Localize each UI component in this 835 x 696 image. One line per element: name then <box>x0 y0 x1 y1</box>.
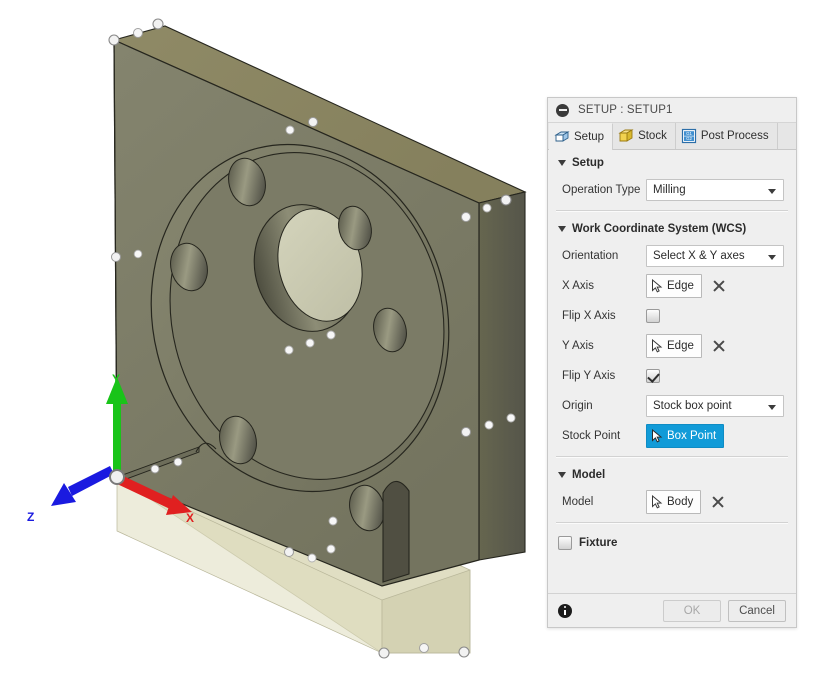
row-orientation: Orientation Select X & Y axes <box>548 241 796 271</box>
chevron-down-icon <box>768 189 776 194</box>
y-axis-select-button[interactable]: Edge <box>646 334 702 358</box>
operation-type-label: Operation Type <box>562 184 646 196</box>
section-model-title: Model <box>572 469 605 481</box>
operation-type-value: Milling <box>653 184 686 196</box>
flip-y-axis-label: Flip Y Axis <box>562 370 646 382</box>
section-wcs-header[interactable]: Work Coordinate System (WCS) <box>548 216 796 241</box>
row-operation-type: Operation Type Milling <box>548 175 796 205</box>
clear-y-axis-icon[interactable] <box>712 339 726 353</box>
fixture-checkbox[interactable] <box>558 536 572 550</box>
wcs-origin-point[interactable] <box>110 470 124 484</box>
y-axis-button-label: Edge <box>667 340 694 352</box>
stock-point-label: Stock Point <box>562 430 646 442</box>
clear-model-icon[interactable] <box>711 495 725 509</box>
orientation-label: Orientation <box>562 250 646 262</box>
row-x-axis: X Axis Edge <box>548 271 796 301</box>
flip-x-axis-checkbox[interactable] <box>646 309 660 323</box>
row-y-axis: Y Axis Edge <box>548 331 796 361</box>
y-axis-label: Y <box>112 372 120 386</box>
y-axis-label: Y Axis <box>562 340 646 352</box>
fixture-label: Fixture <box>579 537 617 549</box>
row-origin: Origin Stock box point <box>548 391 796 421</box>
x-axis-select-button[interactable]: Edge <box>646 274 702 298</box>
cursor-arrow-icon <box>651 279 664 293</box>
flip-x-axis-label: Flip X Axis <box>562 310 646 322</box>
chevron-down-icon <box>768 405 776 410</box>
x-axis-label: X <box>186 511 194 525</box>
cursor-arrow-icon <box>651 339 664 353</box>
dialog-title: SETUP : SETUP1 <box>578 104 673 116</box>
model-canvas[interactable]: Y X Z <box>0 0 547 696</box>
info-icon[interactable] <box>558 604 572 618</box>
collapse-circle-icon[interactable] <box>556 104 569 117</box>
operation-type-select[interactable]: Milling <box>646 179 784 201</box>
origin-label: Origin <box>562 400 646 412</box>
tab-post-process[interactable]: G1 G2 Post Process <box>676 123 778 149</box>
section-model-header[interactable]: Model <box>548 462 796 487</box>
divider <box>556 456 788 458</box>
divider <box>556 210 788 212</box>
cursor-arrow-icon <box>651 429 664 443</box>
cancel-button[interactable]: Cancel <box>728 600 786 622</box>
z-axis-label: Z <box>27 510 34 524</box>
ok-button[interactable]: OK <box>663 600 721 622</box>
clear-x-axis-icon[interactable] <box>712 279 726 293</box>
stock-point-button-label: Box Point <box>667 430 716 442</box>
chevron-down-icon <box>768 255 776 260</box>
setup-dialog[interactable]: SETUP : SETUP1 Setup Stock G1 <box>547 97 797 628</box>
chevron-down-icon <box>558 472 566 478</box>
origin-value: Stock box point <box>653 400 732 412</box>
tab-setup[interactable]: Setup <box>549 123 613 150</box>
model-button-label: Body <box>667 496 693 508</box>
flip-y-axis-checkbox[interactable] <box>646 369 660 383</box>
svg-text:G2: G2 <box>686 136 692 141</box>
z-axis-arrow <box>51 466 114 506</box>
row-flip-x: Flip X Axis <box>548 301 796 331</box>
x-axis-button-label: Edge <box>667 280 694 292</box>
model-label: Model <box>562 496 646 508</box>
cursor-arrow-icon <box>651 495 664 509</box>
section-wcs-title: Work Coordinate System (WCS) <box>572 223 746 235</box>
section-setup-title: Setup <box>572 157 604 169</box>
tab-post-process-label: Post Process <box>701 130 769 142</box>
x-axis-label: X Axis <box>562 280 646 292</box>
setup-cube-icon <box>554 129 570 145</box>
tab-stock-label: Stock <box>638 130 667 142</box>
chevron-down-icon <box>558 226 566 232</box>
tab-stock[interactable]: Stock <box>613 123 676 149</box>
row-stock-point: Stock Point Box Point <box>548 421 796 451</box>
gcode-g1-g2-icon: G1 G2 <box>681 128 697 144</box>
cad-viewport[interactable]: Y X Z <box>0 0 547 696</box>
stock-box-icon <box>618 128 634 144</box>
row-flip-y: Flip Y Axis <box>548 361 796 391</box>
divider <box>556 522 788 524</box>
dialog-header[interactable]: SETUP : SETUP1 <box>548 98 796 123</box>
row-fixture: Fixture <box>548 528 796 558</box>
model-select-button[interactable]: Body <box>646 490 701 514</box>
rib-feature <box>383 481 409 582</box>
stock-point-select-button[interactable]: Box Point <box>646 424 724 448</box>
section-setup-header[interactable]: Setup <box>548 150 796 175</box>
origin-select[interactable]: Stock box point <box>646 395 784 417</box>
row-model: Model Body <box>548 487 796 517</box>
orientation-select[interactable]: Select X & Y axes <box>646 245 784 267</box>
orientation-value: Select X & Y axes <box>653 250 745 262</box>
dialog-body: Setup Operation Type Milling Work Coordi… <box>548 150 796 593</box>
dialog-tabs[interactable]: Setup Stock G1 G2 Post Process <box>548 123 796 150</box>
dialog-footer: OK Cancel <box>548 593 796 627</box>
tab-setup-label: Setup <box>574 131 604 143</box>
chevron-down-icon <box>558 160 566 166</box>
